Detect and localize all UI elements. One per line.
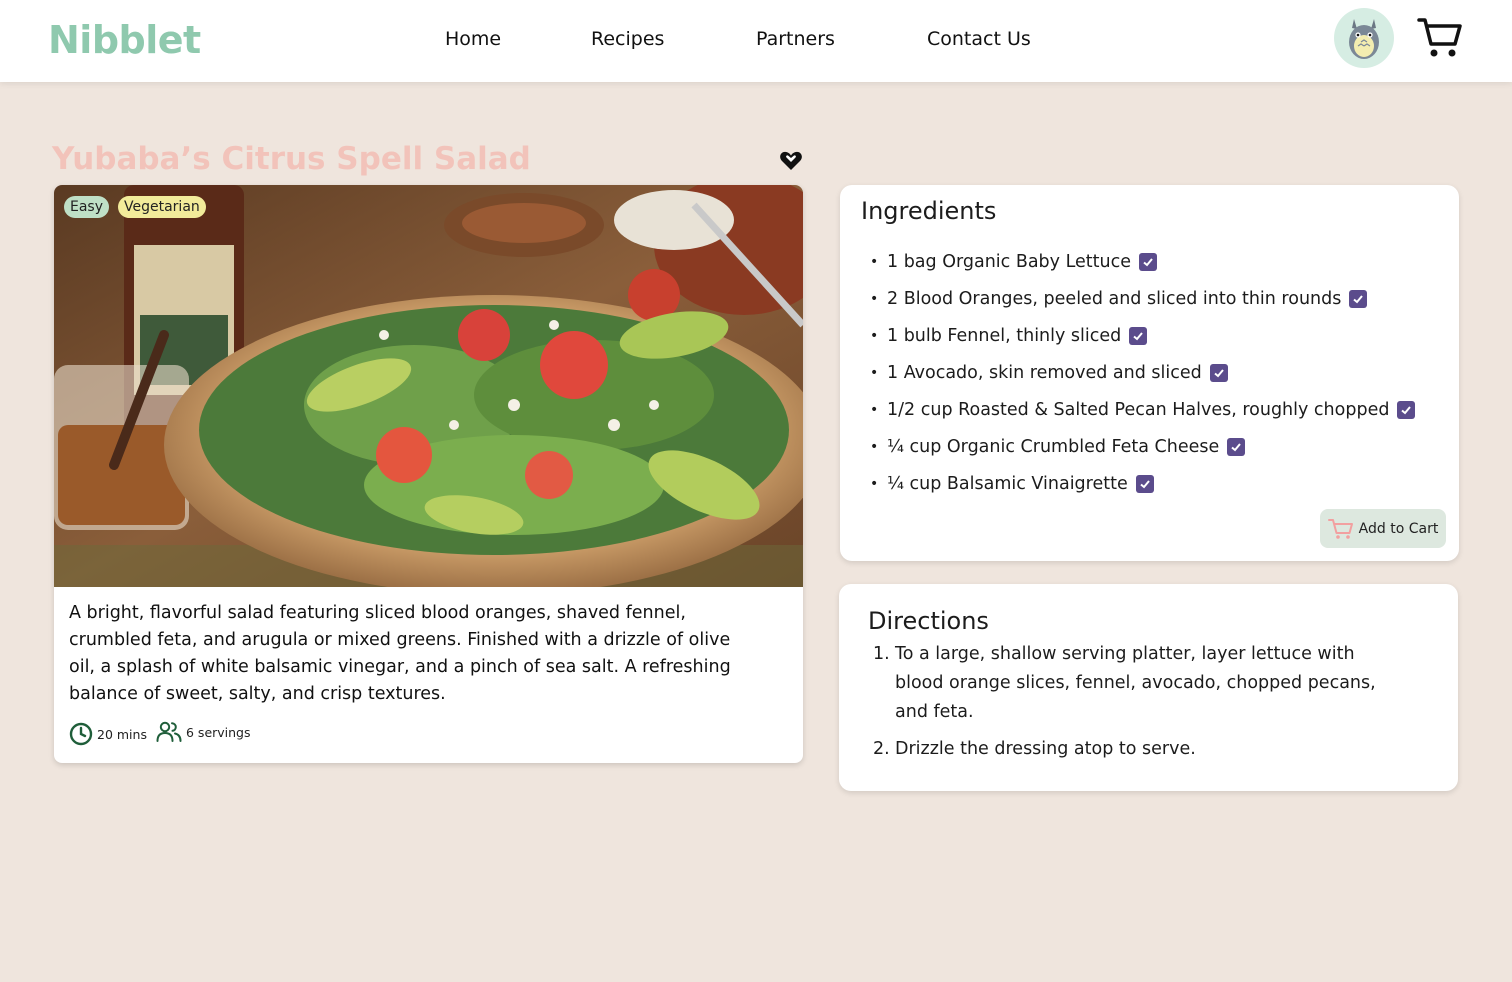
servings-value: 6 servings: [186, 724, 251, 740]
tag-vegetarian: Vegetarian: [118, 196, 206, 218]
tag-easy: Easy: [64, 196, 110, 218]
recipe-title: Yubaba’s Citrus Spell Salad: [52, 141, 531, 177]
logo[interactable]: Nibblet: [48, 18, 201, 62]
ingredient-item: • 1 Avocado, skin removed and sliced: [870, 354, 1415, 391]
cart-icon: [1327, 518, 1353, 539]
ingredient-checkbox[interactable]: [1349, 289, 1368, 308]
ingredients-card: Ingredients • 1 bag Organic Baby Lettuce …: [840, 185, 1459, 561]
nav-recipes[interactable]: Recipes: [591, 28, 664, 50]
ingredient-checkbox[interactable]: [1209, 363, 1228, 382]
ingredient-checkbox[interactable]: [1129, 326, 1148, 345]
users-icon: [156, 721, 182, 742]
ingredient-item: • ¼ cup Balsamic Vinaigrette: [870, 465, 1415, 502]
ingredients-heading: Ingredients: [861, 197, 997, 225]
ingredient-checkbox[interactable]: [1227, 437, 1246, 456]
ingredient-checkbox[interactable]: [1139, 252, 1158, 271]
ingredient-item: • 1 bag Organic Baby Lettuce: [870, 243, 1415, 280]
directions-heading: Directions: [868, 607, 989, 635]
servings: 6 servings: [156, 721, 251, 743]
heart-icon[interactable]: [779, 150, 803, 172]
totoro-avatar-icon: [1349, 19, 1379, 59]
directions-list: 1. To a large, shallow serving platter, l…: [873, 640, 1403, 772]
add-to-cart-button[interactable]: Add to Cart: [1320, 509, 1446, 548]
ingredients-list: • 1 bag Organic Baby Lettuce • 2 Blood Ora…: [870, 243, 1416, 502]
cart-icon[interactable]: [1416, 15, 1464, 59]
salad-photo: [54, 185, 803, 587]
direction-step: 1. To a large, shallow serving platter, l…: [873, 644, 1376, 722]
nav-home[interactable]: Home: [445, 28, 501, 50]
ingredient-item: • 1/2 cup Roasted & Salted Pecan Halves, …: [870, 391, 1416, 428]
prep-time: 20 mins: [69, 722, 147, 746]
add-to-cart-label: Add to Cart: [1358, 520, 1439, 537]
clock-icon: [69, 722, 93, 746]
nav-contact-us[interactable]: Contact Us: [927, 28, 1031, 50]
top-navbar: Nibblet Home Recipes Partners Contact Us: [0, 0, 1512, 82]
ingredient-checkbox[interactable]: [1397, 400, 1416, 419]
ingredient-item: • 1 bulb Fennel, thinly sliced: [870, 317, 1415, 354]
avatar[interactable]: [1334, 8, 1394, 68]
ingredient-item: • 2 Blood Oranges, peeled and sliced into…: [870, 280, 1415, 317]
recipe-description: A bright, flavorful salad featuring slic…: [69, 603, 731, 704]
directions-card: Directions 1. To a large, shallow serving…: [839, 584, 1458, 791]
ingredient-item: • ¼ cup Organic Crumbled Feta Cheese: [870, 428, 1415, 465]
direction-step: 2. Drizzle the dressing atop to serve.: [873, 739, 1196, 759]
nav-partners[interactable]: Partners: [756, 28, 835, 50]
recipe-card: Easy Vegetarian A bright, flavorful sala…: [54, 185, 803, 763]
ingredient-checkbox[interactable]: [1135, 474, 1154, 493]
prep-time-value: 20 mins: [97, 726, 147, 742]
